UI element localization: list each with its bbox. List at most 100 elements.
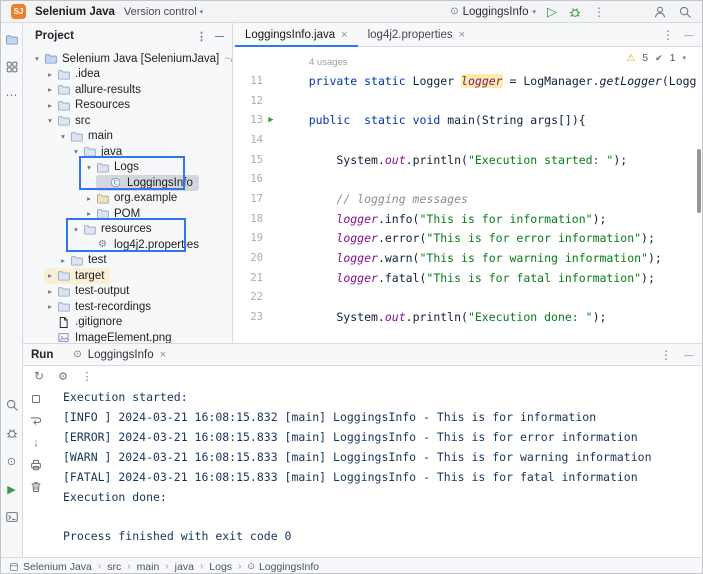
close-icon[interactable]: × [459, 29, 465, 41]
tree-chevron-icon[interactable]: ▾ [70, 147, 82, 156]
tab-options-button[interactable]: ⋮ [662, 28, 674, 42]
tree-item[interactable]: .gitignore [23, 315, 232, 331]
tree-chevron-icon[interactable]: ▸ [44, 85, 56, 94]
print-button[interactable] [29, 458, 43, 472]
code-line[interactable]: 21 logger.fatal("This is for fatal infor… [233, 268, 702, 288]
find-toolwindow-button[interactable] [4, 397, 20, 413]
code-line[interactable]: 14 [233, 130, 702, 150]
code-area[interactable]: 4 usages11 private static Logger logger … [233, 47, 702, 343]
run-session-tab[interactable]: ⊙ LoggingsInfo × [67, 349, 172, 361]
tree-chevron-icon[interactable]: ▸ [44, 287, 56, 296]
problems-toolwindow-button[interactable]: ⊙ [4, 453, 20, 469]
soft-wrap-button[interactable] [29, 414, 43, 428]
tree-item[interactable]: ▾Logs [23, 160, 232, 176]
breadcrumb-item[interactable]: ⊙LoggingsInfo [247, 561, 319, 573]
code-line[interactable]: 18 logger.info("This is for information"… [233, 209, 702, 229]
tree-chevron-icon[interactable]: ▸ [44, 101, 56, 110]
close-icon[interactable]: × [341, 29, 347, 41]
code-editor[interactable]: 4 usages11 private static Logger logger … [233, 47, 702, 343]
tree-chevron-icon[interactable]: ▸ [44, 302, 56, 311]
more-toolwindows-button[interactable]: ⋯ [4, 87, 20, 103]
breadcrumb-item[interactable]: Selenium Java [9, 561, 92, 573]
project-toolwindow-button[interactable] [4, 31, 20, 47]
code-line[interactable]: 13▶ public static void main(String args[… [233, 110, 702, 130]
breadcrumb-item[interactable]: main [137, 561, 160, 573]
tab-log4j2-properties[interactable]: log4j2.properties × [358, 23, 475, 46]
tree-item[interactable]: ▾Selenium Java [SeleniumJava]~/IdeaProje… [23, 51, 232, 67]
debug-toolwindow-button[interactable] [4, 425, 20, 441]
tree-item[interactable]: CLoggingsInfo [23, 175, 232, 191]
code-line[interactable]: 20 logger.warn("This is for warning info… [233, 248, 702, 268]
tree-item[interactable]: ▸test [23, 253, 232, 269]
tree-item[interactable]: ▾src [23, 113, 232, 129]
tree-chevron-icon[interactable]: ▸ [83, 209, 95, 218]
close-icon[interactable]: × [160, 349, 166, 361]
breadcrumb-separator: › [200, 561, 203, 572]
hide-project-panel-button[interactable]: — [215, 30, 224, 43]
tree-chevron-icon[interactable]: ▾ [31, 54, 43, 63]
more-actions-button[interactable]: ⋮ [593, 5, 605, 19]
breadcrumb-item[interactable]: Logs [209, 561, 232, 573]
code-line[interactable]: 16 [233, 169, 702, 189]
tree-chevron-icon[interactable]: ▸ [44, 271, 56, 280]
code-line[interactable]: 11 private static Logger logger = LogMan… [233, 71, 702, 91]
tree-item[interactable]: ▸.idea [23, 67, 232, 83]
tree-item[interactable]: ▸org.example [23, 191, 232, 207]
tree-chevron-icon[interactable]: ▸ [83, 194, 95, 203]
debug-button[interactable] [568, 5, 582, 19]
rerun-button[interactable]: ↻ [32, 369, 46, 383]
stop-button[interactable] [29, 392, 43, 406]
profile-button[interactable] [653, 5, 667, 19]
run-panel-options-button[interactable]: ⋮ [660, 348, 672, 362]
structure-toolwindow-button[interactable] [4, 59, 20, 75]
tree-chevron-icon[interactable]: ▾ [57, 132, 69, 141]
hide-editor-tabs-button[interactable]: — [684, 30, 693, 40]
editor-scrollbar[interactable] [697, 149, 701, 213]
tree-item[interactable]: ▸target [23, 268, 232, 284]
run-config-selector[interactable]: ⊙ LoggingsInfo ▾ [450, 6, 536, 18]
run-more-button[interactable]: ⋮ [80, 369, 94, 383]
run-button[interactable]: ▷ [547, 4, 557, 20]
tree-item[interactable]: ▾ resources [23, 222, 232, 238]
run-settings-button[interactable]: ⚙ [56, 369, 70, 383]
hide-run-panel-button[interactable]: — [684, 350, 693, 360]
app-logo[interactable]: SJ [11, 4, 26, 19]
tree-item[interactable]: ⚙log4j2.properties [23, 237, 232, 253]
code-line[interactable]: 12 [233, 91, 702, 111]
code-line[interactable]: 19 logger.error("This is for error infor… [233, 229, 702, 249]
tree-item[interactable]: ▸Resources [23, 98, 232, 114]
scroll-to-end-button[interactable]: ↓ [29, 436, 43, 450]
tree-item[interactable]: ▾main [23, 129, 232, 145]
code-line[interactable]: 23 System.out.println("Execution done: "… [233, 307, 702, 327]
tree-item[interactable]: ▸POM [23, 206, 232, 222]
tree-item[interactable]: ▸test-recordings [23, 299, 232, 315]
tree-item[interactable]: ▸test-output [23, 284, 232, 300]
project-name-menu[interactable]: Selenium Java [35, 6, 115, 18]
tree-chevron-icon[interactable]: ▾ [83, 163, 95, 172]
tree-item[interactable]: ▸allure-results [23, 82, 232, 98]
run-line-gutter-icon[interactable]: ▶ [263, 115, 279, 125]
terminal-toolwindow-button[interactable] [4, 509, 20, 525]
clear-console-button[interactable] [29, 480, 43, 494]
tree-chevron-icon[interactable]: ▸ [44, 70, 56, 79]
tree-item-label: ImageElement.png [75, 332, 172, 343]
tree-item-label: resources [101, 223, 152, 235]
tree-item[interactable]: ▾java [23, 144, 232, 160]
search-everywhere-button[interactable] [678, 5, 692, 19]
line-number: 13 [233, 114, 263, 126]
breadcrumb-item[interactable]: src [107, 561, 121, 573]
code-line[interactable]: 15 System.out.println("Execution started… [233, 150, 702, 170]
tree-chevron-icon[interactable]: ▾ [44, 116, 56, 125]
tree-item[interactable]: ImageElement.png [23, 330, 232, 343]
vcs-menu[interactable]: Version control ▾ [124, 6, 203, 18]
tab-loggingsinfo-java[interactable]: LoggingsInfo.java × [235, 23, 358, 46]
tree-chevron-icon[interactable]: ▸ [57, 256, 69, 265]
code-line[interactable]: 17 // logging messages [233, 189, 702, 209]
inspections-widget[interactable]: ⚠ 5 ✔ 1 ▾ [626, 52, 686, 64]
breadcrumb-item[interactable]: java [175, 561, 194, 573]
tree-chevron-icon[interactable]: ▾ [70, 225, 82, 234]
run-toolwindow-button[interactable]: ▶ [4, 481, 20, 497]
project-panel-options-button[interactable]: ⋮ [196, 30, 207, 43]
code-line[interactable]: 22 [233, 288, 702, 308]
folder-icon [95, 207, 110, 221]
